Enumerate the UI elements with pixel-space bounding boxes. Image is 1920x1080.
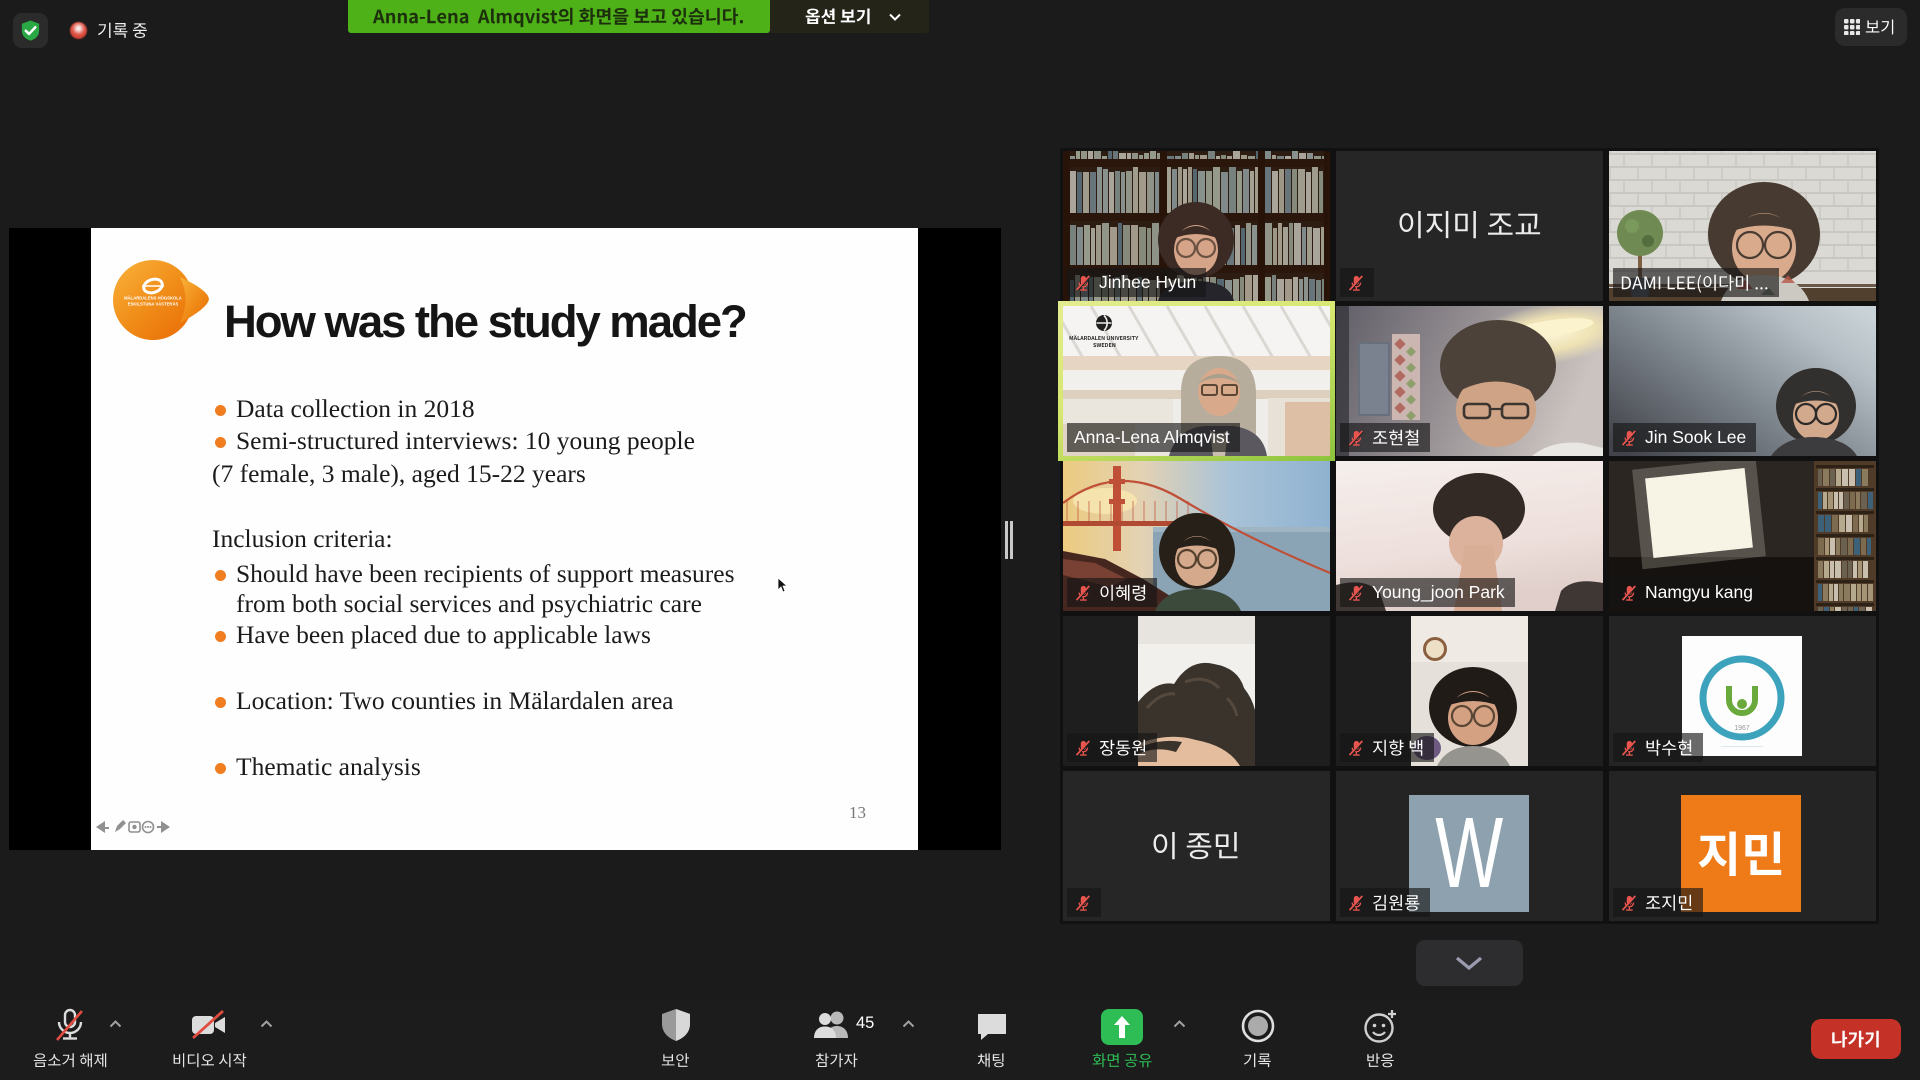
svg-text:ESKILSTUNA VÄSTERÅS: ESKILSTUNA VÄSTERÅS [128,302,179,307]
svg-text:1967: 1967 [1734,725,1750,732]
svg-text:·····················: ····················· [1721,744,1763,750]
svg-text:MÄLARDALENS HÖGSKOLA: MÄLARDALENS HÖGSKOLA [124,296,182,301]
